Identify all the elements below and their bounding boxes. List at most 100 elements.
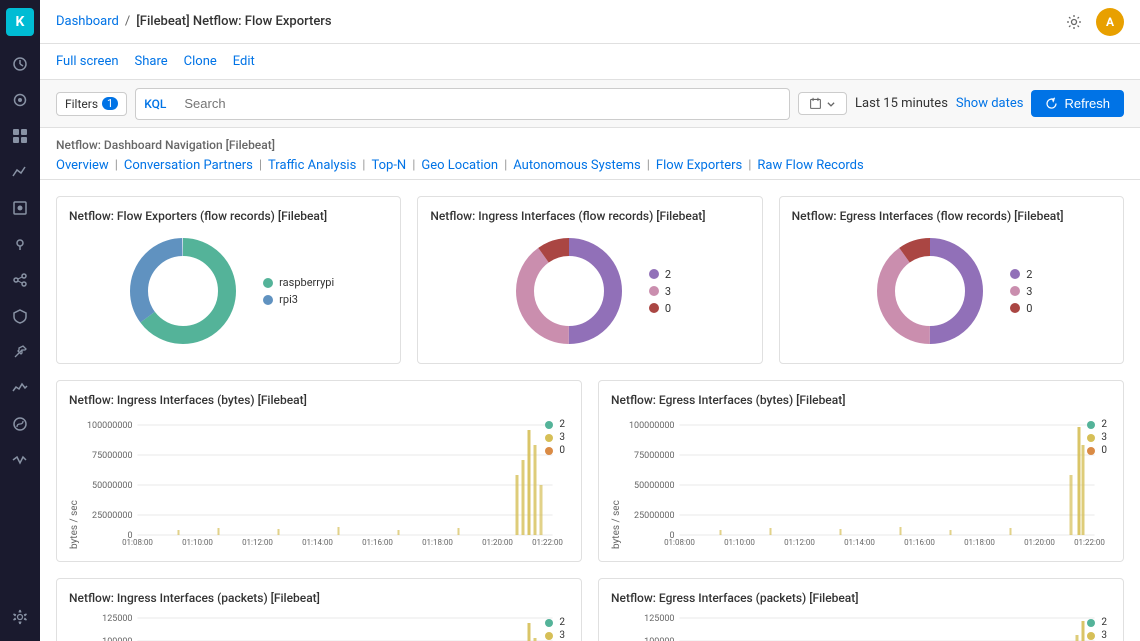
- ingress-interfaces-flow-title: Netflow: Ingress Interfaces (flow record…: [430, 209, 749, 223]
- svg-text:75000000: 75000000: [92, 451, 132, 461]
- nav-overview[interactable]: Overview: [56, 158, 109, 173]
- ingress-bytes-legend: 2 3 0: [545, 419, 565, 456]
- svg-text:01:14:00: 01:14:00: [844, 538, 875, 545]
- page-title: [Filebeat] Netflow: Flow Exporters: [136, 14, 331, 29]
- svg-text:125000: 125000: [644, 614, 674, 624]
- kql-label[interactable]: KQL: [135, 88, 174, 120]
- show-dates-link[interactable]: Show dates: [956, 96, 1024, 111]
- time-range-label: Last 15 minutes: [855, 96, 948, 111]
- flow-exporters-legend: raspberrypi rpi3: [263, 276, 334, 306]
- svg-text:01:18:00: 01:18:00: [964, 538, 995, 545]
- sidebar-item-clock[interactable]: [4, 48, 36, 80]
- egress-bytes-chart: 100000000 75000000 50000000 25000000 0 0…: [628, 415, 1111, 545]
- refresh-label: Refresh: [1064, 96, 1110, 111]
- egress-interfaces-flow-panel: Netflow: Egress Interfaces (flow records…: [779, 196, 1124, 364]
- filters-badge[interactable]: Filters 1: [56, 92, 127, 116]
- dashboard-nav: Netflow: Dashboard Navigation [Filebeat]…: [40, 128, 1140, 180]
- egress-packets-panel: Netflow: Egress Interfaces (packets) [Fi…: [598, 578, 1124, 641]
- nav-conversation-partners[interactable]: Conversation Partners: [124, 158, 253, 173]
- sidebar-item-maps[interactable]: [4, 228, 36, 260]
- main-content: Dashboard / [Filebeat] Netflow: Flow Exp…: [40, 0, 1140, 641]
- settings-icon[interactable]: [1060, 8, 1088, 36]
- filters-count: 1: [102, 97, 118, 110]
- sidebar-item-visualize[interactable]: [4, 156, 36, 188]
- sidebar: K: [0, 0, 40, 641]
- time-picker-button[interactable]: [798, 92, 847, 115]
- sidebar-item-siem[interactable]: [4, 300, 36, 332]
- flow-exporters-donut-wrap: raspberrypi rpi3: [69, 231, 388, 351]
- breadcrumb-dashboard-link[interactable]: Dashboard: [56, 14, 119, 29]
- egress-bytes-y-label: bytes / sec: [611, 415, 622, 549]
- donut-charts-row: Netflow: Flow Exporters (flow records) […: [56, 196, 1124, 364]
- svg-text:01:10:00: 01:10:00: [182, 538, 213, 545]
- sidebar-item-settings[interactable]: [4, 601, 36, 633]
- nav-top-n[interactable]: Top-N: [371, 158, 406, 173]
- svg-text:100000000: 100000000: [629, 421, 675, 431]
- nav-autonomous-systems[interactable]: Autonomous Systems: [513, 158, 640, 173]
- fullscreen-link[interactable]: Full screen: [56, 54, 119, 69]
- sidebar-item-dashboard[interactable]: [4, 120, 36, 152]
- ingress-interfaces-donut-wrap: 2 3 0: [430, 231, 749, 351]
- app-logo[interactable]: K: [6, 8, 34, 36]
- flow-exporters-donut: [123, 231, 243, 351]
- svg-text:25000000: 25000000: [92, 511, 132, 521]
- ingress-packets-panel: Netflow: Ingress Interfaces (packets) [F…: [56, 578, 582, 641]
- legend-raspberrypi: raspberrypi: [263, 276, 334, 289]
- egress-packets-y-label: pkts / sec: [611, 613, 622, 641]
- packets-charts-row: Netflow: Ingress Interfaces (packets) [F…: [56, 578, 1124, 641]
- svg-text:75000000: 75000000: [634, 451, 674, 461]
- breadcrumb: Dashboard / [Filebeat] Netflow: Flow Exp…: [56, 14, 332, 29]
- bytes-charts-row: Netflow: Ingress Interfaces (bytes) [Fil…: [56, 380, 1124, 562]
- user-avatar[interactable]: A: [1096, 8, 1124, 36]
- svg-text:01:08:00: 01:08:00: [664, 538, 695, 545]
- breadcrumb-separator: /: [125, 14, 130, 29]
- content-area: Netflow: Flow Exporters (flow records) […: [40, 180, 1140, 641]
- clone-link[interactable]: Clone: [184, 54, 217, 69]
- ingress-interfaces-donut: [509, 231, 629, 351]
- sidebar-item-devtools[interactable]: [4, 336, 36, 368]
- sidebar-item-monitoring[interactable]: [4, 372, 36, 404]
- sidebar-item-apm[interactable]: [4, 408, 36, 440]
- egress-interfaces-donut: [870, 231, 990, 351]
- svg-text:01:16:00: 01:16:00: [904, 538, 935, 545]
- egress-packets-title: Netflow: Egress Interfaces (packets) [Fi…: [611, 591, 1111, 605]
- legend-ingress-3: 3: [649, 285, 671, 298]
- ingress-packets-legend: 2 3 0: [545, 617, 565, 641]
- egress-bytes-panel: Netflow: Egress Interfaces (bytes) [File…: [598, 380, 1124, 562]
- egress-interfaces-donut-wrap: 2 3 0: [792, 231, 1111, 351]
- egress-bytes-title: Netflow: Egress Interfaces (bytes) [File…: [611, 393, 1111, 407]
- ingress-bytes-title: Netflow: Ingress Interfaces (bytes) [Fil…: [69, 393, 569, 407]
- search-input[interactable]: [174, 88, 790, 120]
- svg-text:100000: 100000: [102, 637, 132, 641]
- nav-traffic-analysis[interactable]: Traffic Analysis: [268, 158, 356, 173]
- svg-text:01:20:00: 01:20:00: [482, 538, 513, 545]
- legend-egress-2: 2: [1010, 268, 1032, 281]
- ingress-packets-title: Netflow: Ingress Interfaces (packets) [F…: [69, 591, 569, 605]
- legend-egress-3: 3: [1010, 285, 1032, 298]
- legend-ingress-0: 0: [649, 302, 671, 315]
- filterbar: Filters 1 KQL Last 15 minutes Show dates…: [40, 80, 1140, 128]
- nav-raw-flow-records[interactable]: Raw Flow Records: [757, 158, 863, 173]
- sidebar-item-canvas[interactable]: [4, 192, 36, 224]
- nav-flow-exporters[interactable]: Flow Exporters: [656, 158, 742, 173]
- ingress-bytes-y-label: bytes / sec: [69, 415, 80, 549]
- edit-link[interactable]: Edit: [233, 54, 255, 69]
- ingress-interfaces-flow-panel: Netflow: Ingress Interfaces (flow record…: [417, 196, 762, 364]
- svg-text:01:14:00: 01:14:00: [302, 538, 333, 545]
- legend-rpi3: rpi3: [263, 293, 334, 306]
- filters-label: Filters: [65, 97, 98, 111]
- sidebar-item-discover[interactable]: [4, 84, 36, 116]
- svg-text:01:22:00: 01:22:00: [532, 538, 563, 545]
- sidebar-item-ml[interactable]: [4, 264, 36, 296]
- time-filter: Last 15 minutes Show dates: [798, 92, 1023, 115]
- ingress-bytes-panel: Netflow: Ingress Interfaces (bytes) [Fil…: [56, 380, 582, 562]
- svg-text:01:16:00: 01:16:00: [362, 538, 393, 545]
- legend-ingress-2: 2: [649, 268, 671, 281]
- sidebar-item-uptime[interactable]: [4, 444, 36, 476]
- ingress-packets-y-label: pkts / sec: [69, 613, 80, 641]
- share-link[interactable]: Share: [135, 54, 168, 69]
- refresh-button[interactable]: Refresh: [1031, 90, 1124, 117]
- svg-text:100000000: 100000000: [87, 421, 133, 431]
- ingress-bytes-chart: 100000000 75000000 50000000 25000000 0 0…: [86, 415, 569, 545]
- nav-geo-location[interactable]: Geo Location: [421, 158, 498, 173]
